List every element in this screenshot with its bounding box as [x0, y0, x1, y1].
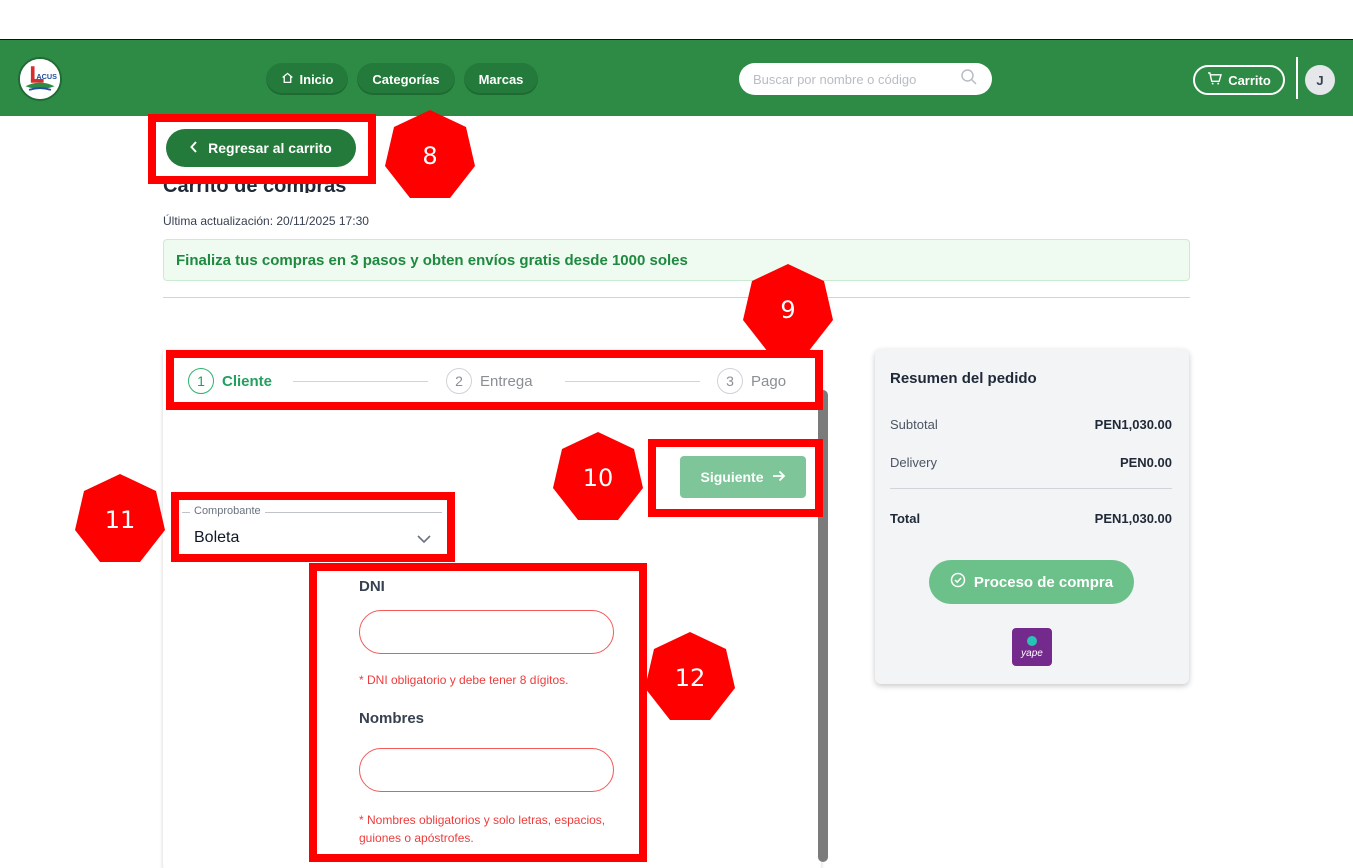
- annotation-number: 9: [780, 296, 796, 324]
- section-divider: [163, 297, 1190, 298]
- nav-inicio-label: Inicio: [299, 71, 334, 87]
- annotation-number: 11: [104, 506, 136, 534]
- annotation-box-11: [171, 492, 455, 562]
- search-input[interactable]: Buscar por nombre o código: [739, 63, 992, 95]
- annotation-box-8: [148, 114, 376, 184]
- search-placeholder: Buscar por nombre o código: [753, 71, 917, 87]
- summary-value: PEN1,030.00: [1094, 417, 1172, 432]
- summary-key: Subtotal: [890, 417, 938, 432]
- annotation-box-12: [309, 563, 647, 862]
- cart-label: Carrito: [1228, 72, 1271, 88]
- avatar[interactable]: J: [1305, 65, 1335, 95]
- nav-categorias-label: Categorías: [372, 71, 440, 87]
- summary-total-key: Total: [890, 511, 921, 526]
- summary-key: Delivery: [890, 455, 937, 470]
- svg-text:ACUS: ACUS: [36, 72, 57, 81]
- annotation-number: 12: [674, 664, 706, 692]
- nav-marcas-button[interactable]: Marcas: [464, 63, 538, 95]
- nav-divider: [1296, 57, 1298, 99]
- cart-icon: [1207, 72, 1223, 88]
- yape-dot: [1027, 635, 1037, 646]
- annotation-badge-8: 8: [382, 108, 478, 204]
- navbar: ACUS Inicio Categorías Marcas Buscar por…: [0, 40, 1353, 116]
- summary-total-value: PEN1,030.00: [1094, 511, 1172, 526]
- annotation-badge-12: 12: [642, 630, 738, 726]
- window-top-strip: [0, 0, 1353, 40]
- yape-logo: yape: [1012, 628, 1052, 666]
- yape-wordmark: yape: [1021, 647, 1043, 659]
- annotation-badge-9: 9: [740, 262, 836, 358]
- annotation-badge-11: 11: [72, 472, 168, 568]
- cart-button[interactable]: Carrito: [1193, 65, 1285, 95]
- nav-marcas-label: Marcas: [478, 71, 524, 87]
- summary-value: PEN0.00: [1119, 455, 1172, 470]
- process-purchase-label: Proceso de compra: [973, 573, 1114, 591]
- home-icon: [281, 71, 294, 87]
- process-purchase-button[interactable]: Proceso de compra: [929, 560, 1134, 604]
- summary-row-subtotal: Subtotal PEN1,030.00: [890, 417, 1172, 432]
- brand-logo[interactable]: ACUS: [18, 57, 62, 101]
- annotation-number: 8: [422, 142, 438, 170]
- annotation-badge-10: 10: [550, 430, 646, 526]
- check-circle-icon: [950, 572, 966, 592]
- search-icon[interactable]: [960, 68, 978, 91]
- last-updated-text: Última actualización: 20/11/2025 17:30: [163, 214, 369, 228]
- annotation-number: 10: [582, 464, 614, 492]
- annotation-box-10: [648, 439, 823, 517]
- nav-inicio-button[interactable]: Inicio: [266, 63, 348, 95]
- free-shipping-banner: Finaliza tus compras en 3 pasos y obten …: [163, 239, 1190, 281]
- summary-divider: [890, 488, 1172, 489]
- summary-row-total: Total PEN1,030.00: [890, 511, 1172, 526]
- summary-row-delivery: Delivery PEN0.00: [890, 455, 1172, 470]
- order-summary-title: Resumen del pedido: [890, 370, 1037, 387]
- annotation-box-9: [166, 350, 823, 410]
- nav-categorias-button[interactable]: Categorías: [357, 63, 455, 95]
